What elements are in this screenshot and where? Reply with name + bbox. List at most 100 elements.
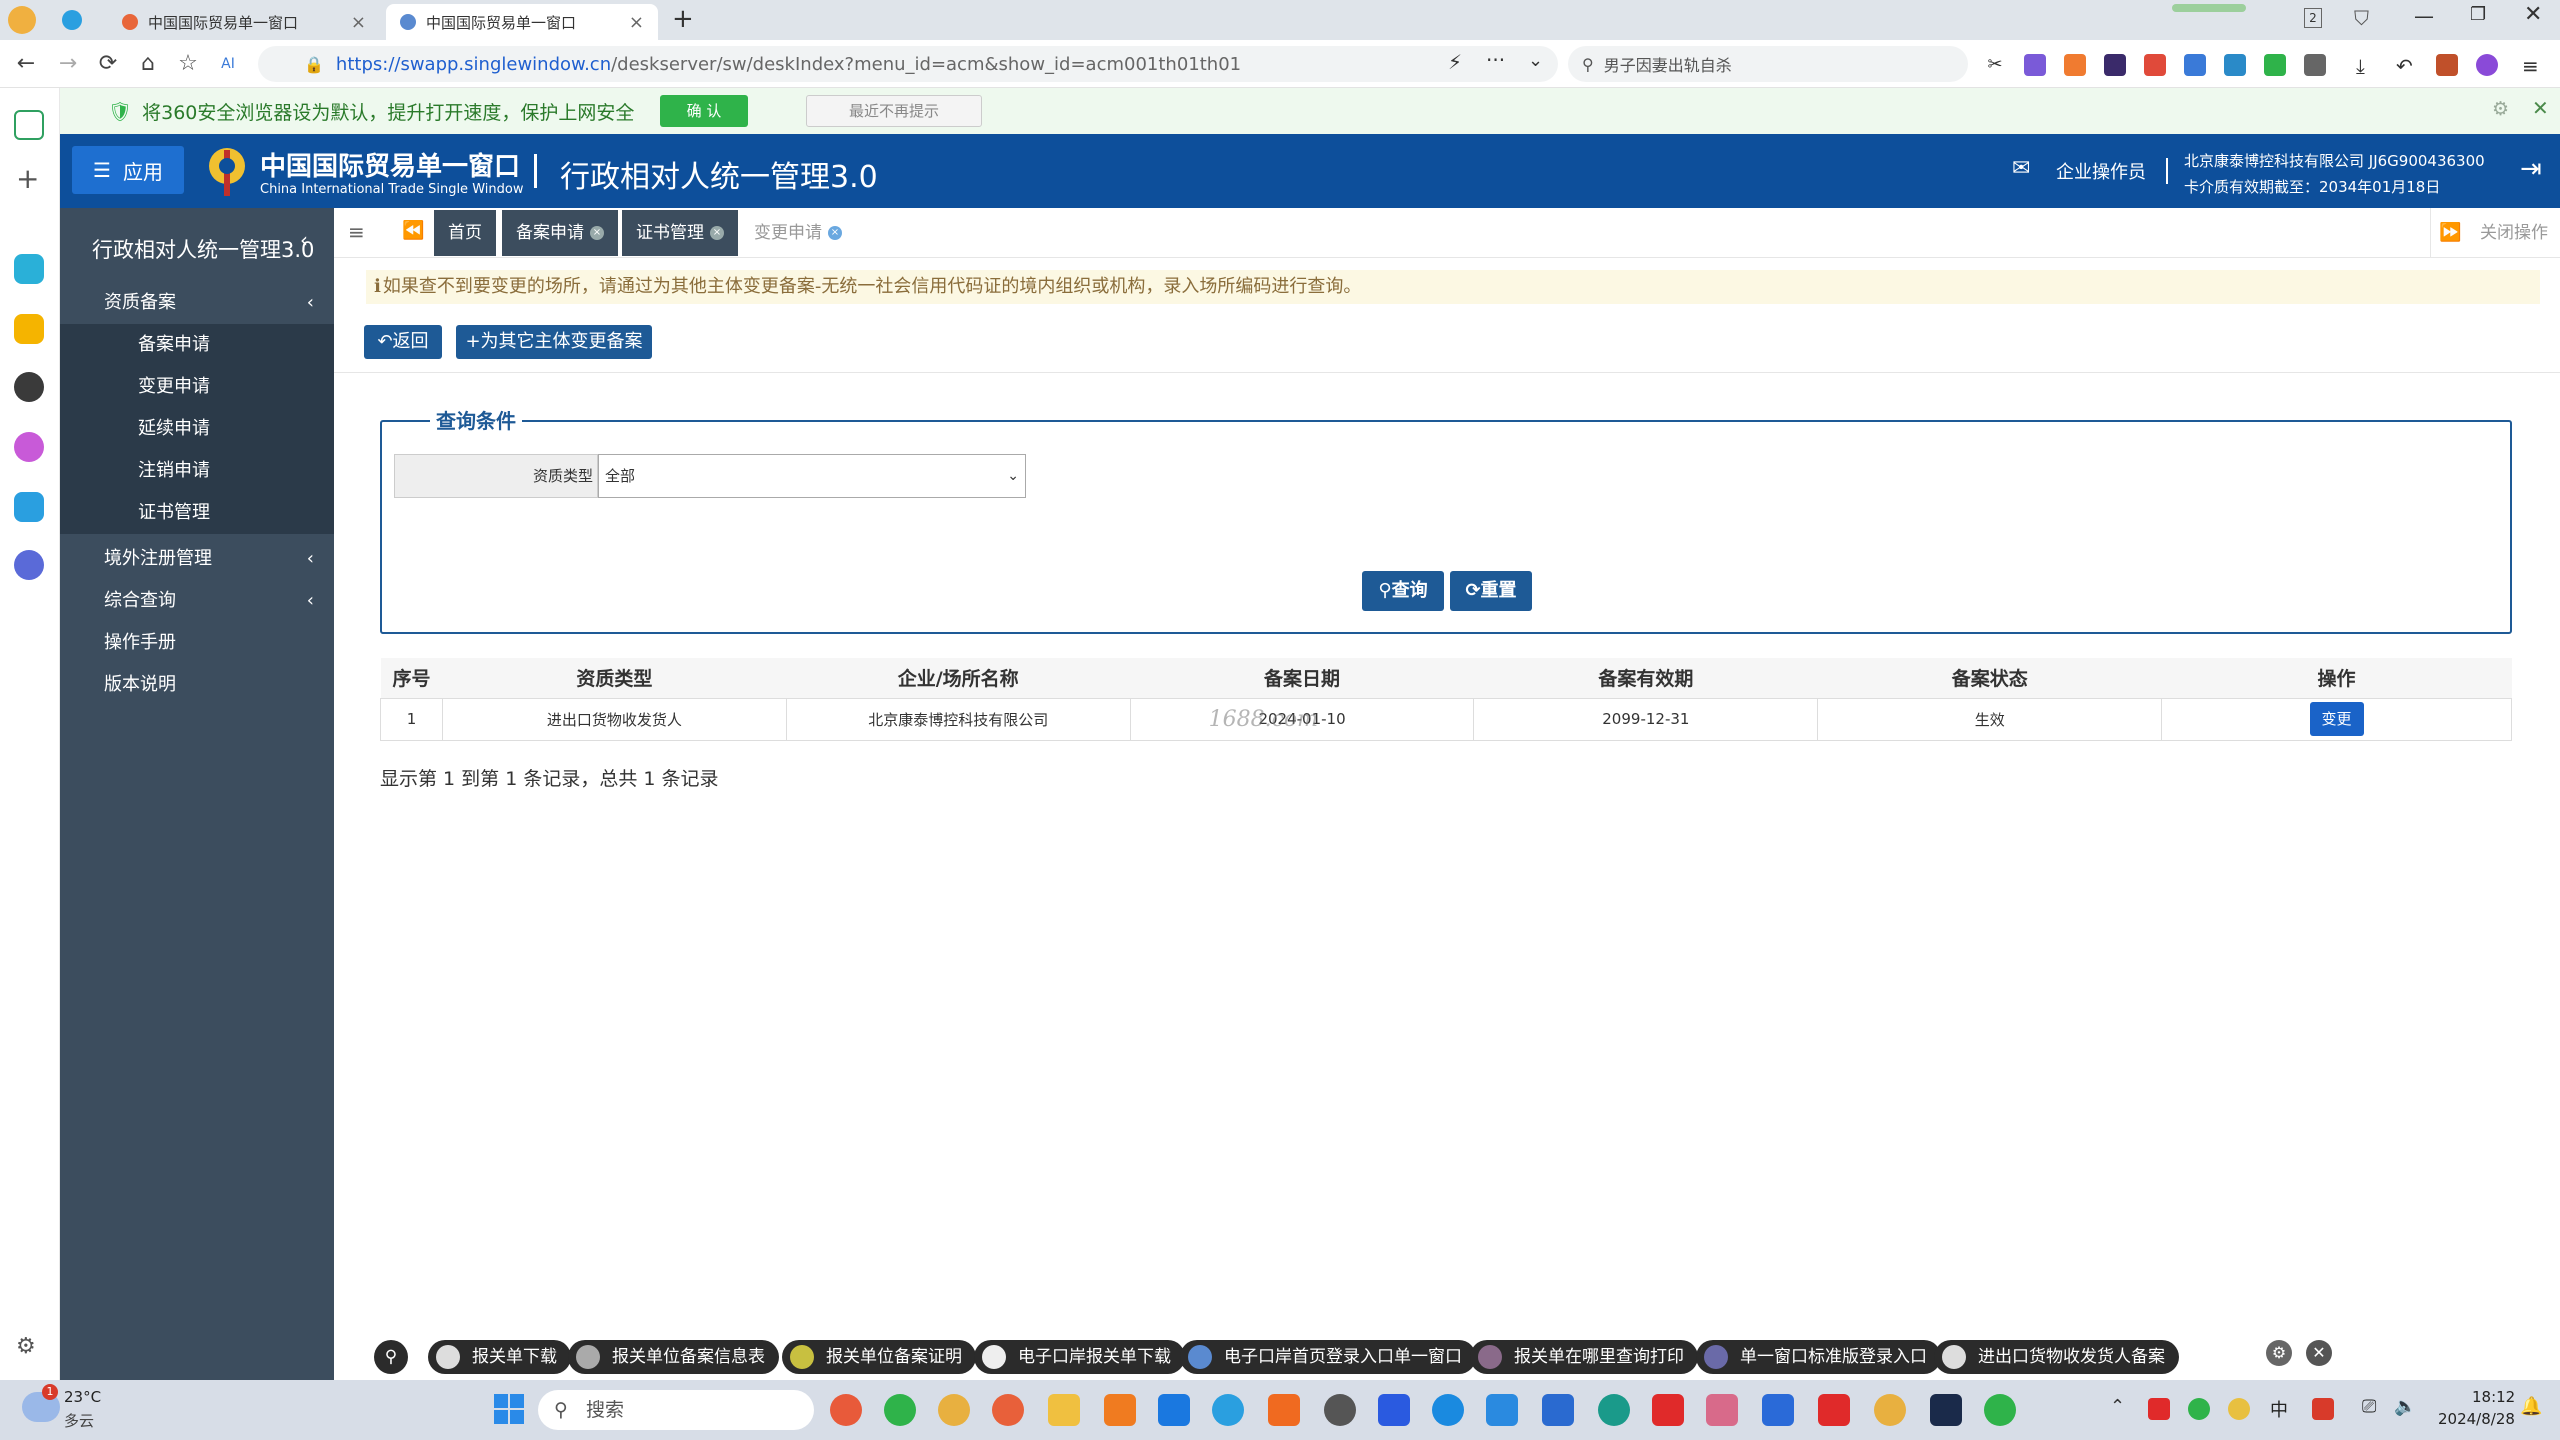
tray-wechat-icon[interactable] <box>2188 1398 2210 1420</box>
sidebar-item-certificate[interactable]: 证书管理 <box>60 492 334 534</box>
shirt-icon[interactable]: ⛉ <box>2354 6 2369 30</box>
sidebar-item-filing-apply[interactable]: 备案申请 <box>60 324 334 366</box>
user-role[interactable]: 企业操作员 <box>2056 158 2146 184</box>
taskbar-boss-icon[interactable] <box>1706 1394 1738 1426</box>
taskbar-edge-icon[interactable] <box>1598 1394 1630 1426</box>
taskbar-chrome2-icon[interactable] <box>1874 1394 1906 1426</box>
tab-filing-apply[interactable]: 备案申请 × <box>502 210 618 256</box>
close-icon[interactable]: ✕ <box>2532 96 2549 120</box>
col-header-status[interactable]: 备案状态 <box>1817 658 2162 699</box>
taskbar-wps-icon[interactable] <box>1818 1394 1850 1426</box>
quick-link-pill[interactable]: 单一窗口标准版登录入口 <box>1696 1340 1941 1374</box>
mail-icon[interactable] <box>2184 54 2206 76</box>
search-pill-button[interactable]: ⚲ <box>374 1340 408 1374</box>
close-operations-button[interactable]: 关闭操作 <box>2480 208 2548 258</box>
tab-count-badge[interactable]: 2 <box>2304 8 2322 28</box>
ext-word-icon[interactable] <box>2224 54 2246 76</box>
close-icon[interactable]: ✕ <box>2306 1340 2332 1366</box>
taskbar-youdao-icon[interactable] <box>1652 1394 1684 1426</box>
col-header-index[interactable]: 序号 <box>380 658 443 699</box>
reset-button[interactable]: ⟳重置 <box>1450 571 1532 611</box>
back-button[interactable]: ↶返回 <box>364 325 442 359</box>
quick-link-pill[interactable]: 电子口岸报关单下载 <box>974 1340 1185 1374</box>
menu-icon[interactable]: ≡ <box>2522 54 2544 78</box>
quick-link-pill[interactable]: 报关单位备案信息表 <box>568 1340 779 1374</box>
close-tab-icon[interactable]: × <box>629 12 644 33</box>
close-tab-icon[interactable]: × <box>351 12 366 33</box>
gear-icon[interactable]: ⚙ <box>2492 98 2509 120</box>
sidebar-item-change-apply[interactable]: 变更申请 <box>60 366 334 408</box>
dock-app-1-icon[interactable] <box>14 254 44 284</box>
taskbar-folder-icon[interactable] <box>1048 1394 1080 1426</box>
scroll-left-icon[interactable]: ⏪ <box>402 220 424 241</box>
dock-ai2-icon[interactable] <box>14 492 44 522</box>
col-header-filing-date[interactable]: 备案日期 <box>1130 658 1474 699</box>
browser-tab-2[interactable]: 中国国际贸易单一窗口 × <box>386 4 658 40</box>
dock-ai-icon[interactable] <box>14 432 44 462</box>
browser-tab-1[interactable]: 中国国际贸易单一窗口 × <box>108 4 380 40</box>
ext-box-icon[interactable] <box>2436 54 2458 76</box>
forward-icon[interactable]: → <box>54 50 82 78</box>
dock-star-icon[interactable] <box>14 314 44 344</box>
ext-green-icon[interactable] <box>2264 54 2286 76</box>
tab-close-icon[interactable]: × <box>710 226 724 240</box>
quick-link-pill[interactable]: 进出口货物收发货人备案 <box>1934 1340 2179 1374</box>
undo-icon[interactable]: ↶ <box>2396 54 2418 78</box>
minimize-icon[interactable]: — <box>2414 4 2434 28</box>
qualification-type-select[interactable]: 全部 ⌄ <box>598 454 1026 498</box>
sidebar-item-cancel-apply[interactable]: 注销申请 <box>60 450 334 492</box>
clock-time[interactable]: 18:12 <box>2472 1388 2515 1406</box>
taskbar-app-dark-icon[interactable] <box>1930 1394 1962 1426</box>
taskbar-app-square-icon[interactable] <box>1762 1394 1794 1426</box>
ext-game-icon[interactable] <box>2064 54 2086 76</box>
tray-chevron-up-icon[interactable]: ⌃ <box>2110 1396 2125 1417</box>
apps-menu-button[interactable]: ☰ 应用 <box>72 146 184 194</box>
ext-purple-icon[interactable] <box>2024 54 2046 76</box>
taskbar-alipay-icon[interactable] <box>1158 1394 1190 1426</box>
scroll-right-icon[interactable]: ⏩ <box>2430 208 2470 258</box>
browser-profile-icon[interactable] <box>8 6 36 34</box>
taskbar-taobao-icon[interactable] <box>1268 1394 1300 1426</box>
sidebar-item-version[interactable]: 版本说明 <box>60 664 334 706</box>
tab-certificate[interactable]: 证书管理 × <box>622 210 738 256</box>
sidebar-item-manual[interactable]: 操作手册 <box>60 622 334 664</box>
favorites-icon[interactable]: ☆ <box>174 50 202 78</box>
ext-circle-icon[interactable] <box>2476 54 2498 76</box>
col-header-valid-until[interactable]: 备案有效期 <box>1473 658 1818 699</box>
restore-icon[interactable]: ❐ <box>2470 4 2486 25</box>
col-header-company[interactable]: 企业/场所名称 <box>786 658 1131 699</box>
notification-icon[interactable]: 🔔 <box>2520 1396 2542 1417</box>
sidebar-item-renew-apply[interactable]: 延续申请 <box>60 408 334 450</box>
download-icon[interactable]: ⤓ <box>2356 54 2378 78</box>
scissors-icon[interactable]: ✂ <box>1984 54 2006 76</box>
taskbar-app-screen-icon[interactable] <box>1542 1394 1574 1426</box>
tab-close-icon[interactable]: × <box>590 226 604 240</box>
mail-icon[interactable]: ✉ <box>2012 156 2030 181</box>
taskbar-globe-icon[interactable] <box>1324 1394 1356 1426</box>
browser-search-input[interactable]: ⚲ 男子因妻出轨自杀 <box>1568 46 1968 82</box>
gear-icon[interactable]: ⚙ <box>2266 1340 2292 1366</box>
tray-app-icon[interactable] <box>2228 1398 2250 1420</box>
ai-icon[interactable]: AI <box>214 50 242 78</box>
reload-icon[interactable]: ⟳ <box>94 50 122 78</box>
chevron-down-icon[interactable]: ⌄ <box>1528 50 1543 71</box>
tray-antivirus-icon[interactable] <box>2312 1398 2334 1420</box>
home-icon[interactable] <box>14 110 44 140</box>
taskbar-app-icon[interactable] <box>830 1394 862 1426</box>
taskbar-search-input[interactable]: ⚲ 搜索 <box>538 1390 814 1430</box>
confirm-button[interactable]: 确 认 <box>660 95 748 127</box>
home-icon[interactable]: ⌂ <box>134 50 162 78</box>
close-window-icon[interactable]: ✕ <box>2524 2 2542 27</box>
taskbar-chrome-icon[interactable] <box>938 1394 970 1426</box>
ext-ia-icon[interactable] <box>2104 54 2126 76</box>
taskbar-wechat-icon[interactable] <box>1984 1394 2016 1426</box>
dock-bot-icon[interactable] <box>14 372 44 402</box>
ext-weibo-icon[interactable] <box>2144 54 2166 76</box>
add-icon[interactable]: + <box>16 162 39 195</box>
tray-youdao-icon[interactable] <box>2148 1398 2170 1420</box>
quick-link-pill[interactable]: 电子口岸首页登录入口单一窗口 <box>1180 1340 1476 1374</box>
taskbar-baidu-icon[interactable] <box>1378 1394 1410 1426</box>
dock-chat-icon[interactable] <box>14 550 44 580</box>
volume-icon[interactable]: 🔈 <box>2394 1396 2416 1417</box>
dismiss-button[interactable]: 最近不再提示 <box>806 95 982 127</box>
